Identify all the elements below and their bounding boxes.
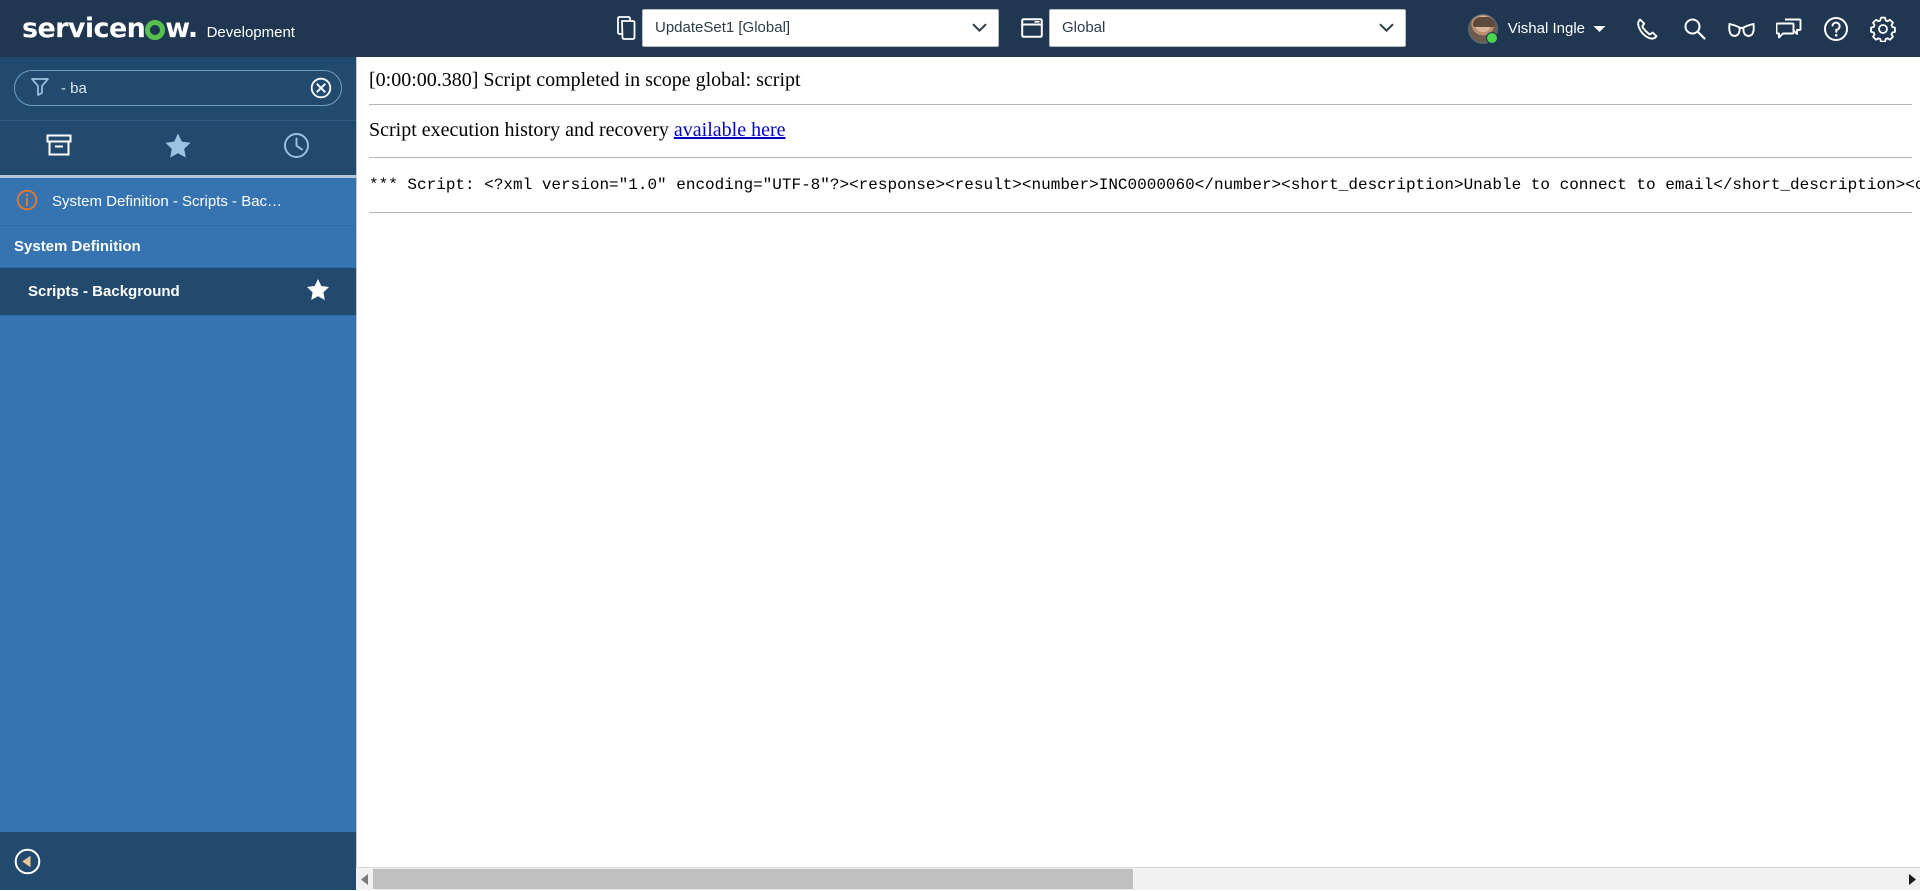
copy-pages-icon[interactable]: [612, 9, 642, 47]
clear-circle-icon[interactable]: [309, 76, 333, 100]
application-window-icon[interactable]: [1017, 9, 1047, 47]
user-menu[interactable]: Vishal Ingle: [1468, 14, 1606, 44]
clock-icon: [283, 132, 310, 164]
sidebar-section-system-definition[interactable]: System Definition: [0, 226, 356, 268]
horizontal-scrollbar[interactable]: [356, 867, 1920, 890]
info-circle-icon: [16, 189, 38, 215]
phone-icon[interactable]: [1624, 0, 1671, 57]
user-name: Vishal Ingle: [1508, 20, 1585, 37]
triangle-right-icon[interactable]: [1903, 868, 1920, 891]
breadcrumb[interactable]: System Definition - Scripts - Bac…: [0, 178, 356, 226]
divider: [369, 212, 1912, 213]
update-set-select[interactable]: UpdateSet1 [Global]: [642, 9, 999, 47]
triangle-left-icon[interactable]: [356, 868, 373, 891]
collapse-left-icon[interactable]: [14, 848, 41, 875]
instance-label: Development: [207, 24, 295, 41]
gear-icon[interactable]: [1859, 0, 1906, 57]
avatar-hair: [1473, 17, 1495, 27]
sidebar-item-scripts-background[interactable]: Scripts - Background: [0, 268, 356, 316]
script-output-panel: [0:00:00.380] Script completed in scope …: [356, 57, 1920, 890]
conversations-icon[interactable]: [1765, 0, 1812, 57]
funnel-icon: [29, 75, 51, 102]
script-history-prefix: Script execution history and recovery: [369, 119, 674, 141]
filter-navigator[interactable]: - ba: [14, 70, 342, 106]
available-here-link[interactable]: available here: [674, 119, 786, 141]
script-history-line: Script execution history and recovery av…: [357, 105, 1920, 157]
star-icon[interactable]: [306, 278, 330, 305]
top-navbar: servicen w. Development UpdateSet1 [Globa…: [0, 0, 1920, 57]
logo-o-glyph: [145, 20, 165, 40]
logo-text-pre: servicen: [22, 13, 145, 44]
application-navigator: - ba: [0, 57, 356, 890]
application-scope-select[interactable]: Global: [1049, 9, 1406, 47]
archive-box-icon: [46, 133, 72, 163]
sidebar-item-label: Scripts - Background: [28, 283, 306, 300]
servicenow-logo[interactable]: servicen w.: [22, 15, 198, 42]
sidebar-section-label: System Definition: [14, 238, 141, 255]
breadcrumb-label: System Definition - Scripts - Bac…: [52, 193, 282, 210]
navbar-right-controls: Vishal Ingle: [1468, 0, 1906, 57]
help-icon[interactable]: [1812, 0, 1859, 57]
navigator-footer: [0, 832, 356, 890]
glasses-icon[interactable]: [1718, 0, 1765, 57]
script-status-line: [0:00:00.380] Script completed in scope …: [357, 57, 1920, 104]
navigator-empty-space: [0, 316, 356, 832]
sidebar-item-history[interactable]: [237, 121, 356, 175]
avatar: [1468, 14, 1498, 44]
script-output-text: *** Script: <?xml version="1.0" encoding…: [357, 158, 1920, 212]
navigator-tabs: [0, 120, 356, 178]
star-icon: [164, 132, 192, 164]
logo-text-post: w: [165, 13, 188, 44]
sidebar-item-favorites[interactable]: [119, 121, 238, 175]
scrollbar-thumb[interactable]: [373, 869, 1133, 889]
logo-period: .: [188, 13, 198, 44]
chevron-down-icon: [1593, 20, 1606, 38]
update-set-picker[interactable]: UpdateSet1 [Global]: [642, 9, 999, 47]
sidebar-item-all-applications[interactable]: [0, 121, 119, 175]
filter-zone: - ba: [0, 57, 356, 120]
search-icon[interactable]: [1671, 0, 1718, 57]
filter-input-value[interactable]: - ba: [61, 80, 309, 97]
brand[interactable]: servicen w. Development: [22, 15, 295, 42]
application-scope-picker[interactable]: Global: [1049, 9, 1406, 47]
scrollbar-track[interactable]: [373, 868, 1903, 891]
navbar-center-controls: UpdateSet1 [Global] Global: [612, 9, 1406, 47]
